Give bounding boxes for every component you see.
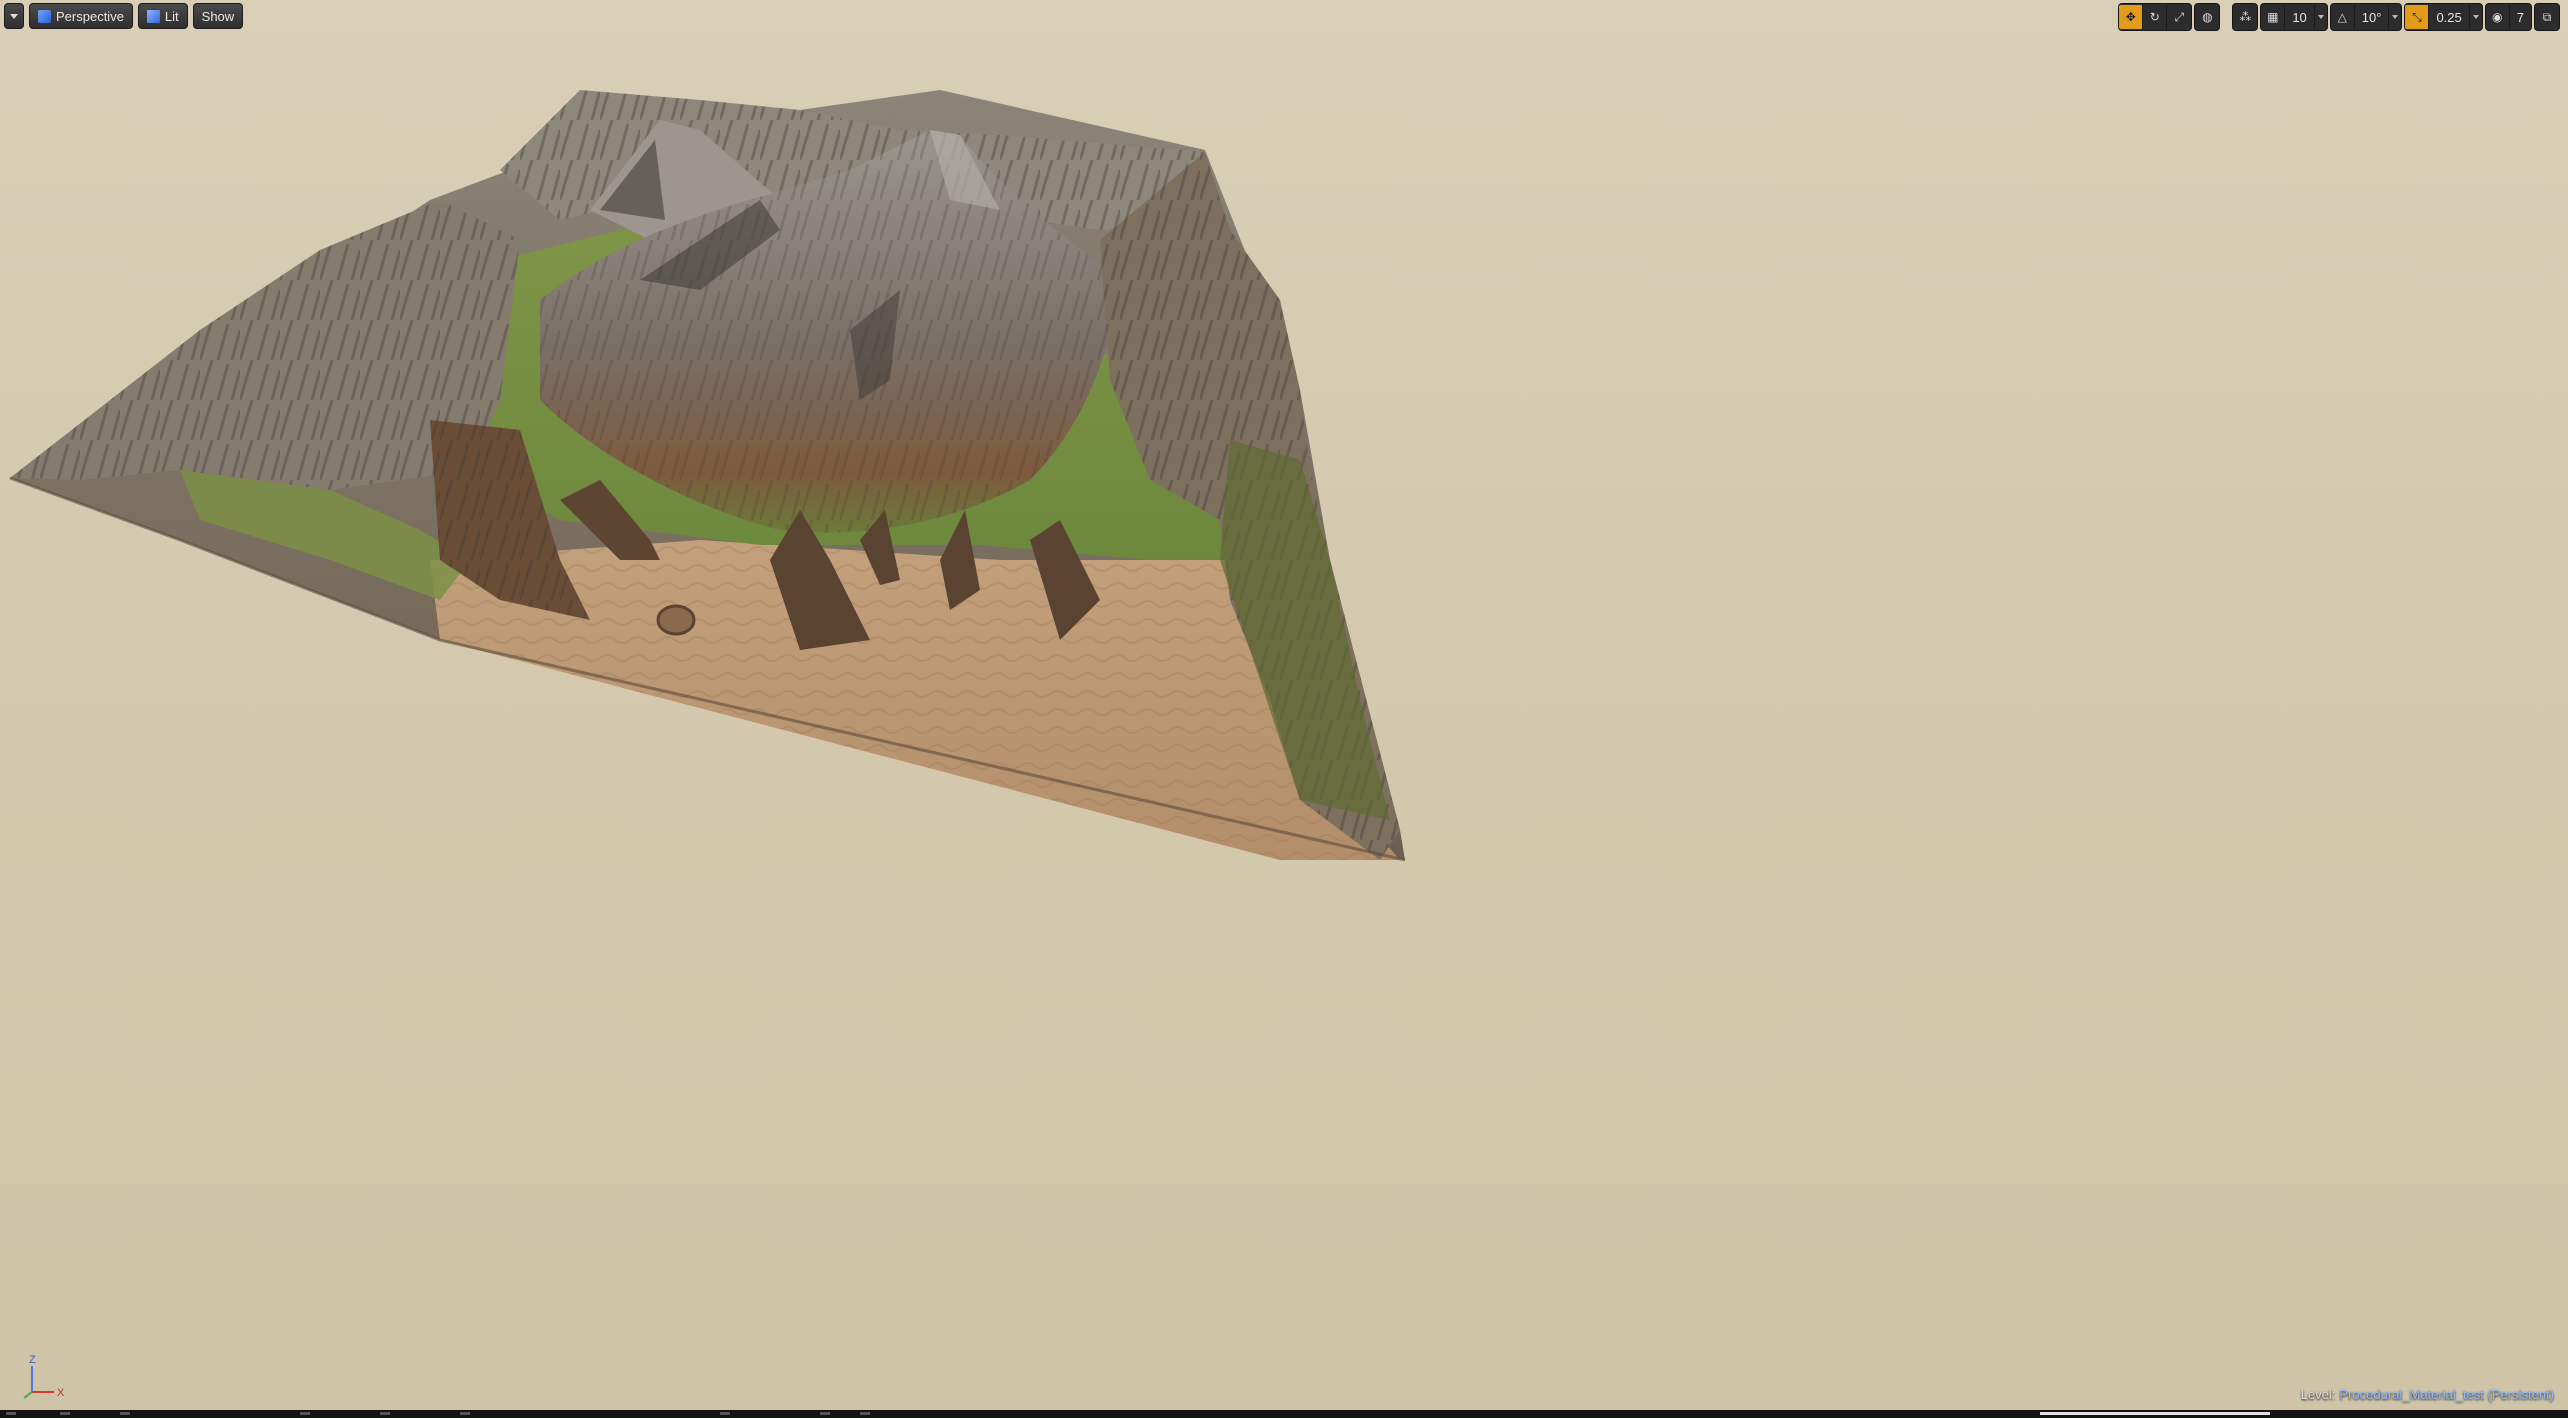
scale-snap-group: ⤡ 0.25	[2404, 3, 2483, 31]
show-label: Show	[201, 8, 235, 24]
level-label: Level:	[2300, 1387, 2336, 1402]
level-name: Procedural_Material_test (Persistent)	[2339, 1387, 2554, 1402]
view-mode-icon	[146, 9, 160, 23]
level-indicator: Level: Procedural_Material_test (Persiste…	[2301, 1387, 2554, 1402]
lit-label: Lit	[164, 8, 179, 24]
coordinate-system-group: ◍	[2194, 3, 2221, 31]
camera-speed-button[interactable]: ◉	[2486, 5, 2510, 29]
camera-speed-group: ◉ 7	[2484, 3, 2532, 31]
bottom-strip	[0, 1410, 2568, 1418]
chevron-down-icon	[2472, 15, 2479, 19]
translate-tool-button[interactable]: ✥	[2119, 5, 2144, 29]
scale-snap-toggle[interactable]: ⤡	[2405, 5, 2430, 29]
rotate-tool-button[interactable]: ↻	[2143, 5, 2168, 29]
viewport-toolbar-left: Perspective Lit Show	[4, 3, 244, 29]
scale-snap-icon: ⤡	[2412, 9, 2422, 24]
maximize-viewport-group: ⧉	[2534, 3, 2560, 31]
surface-snap-icon: ⁂	[2239, 10, 2252, 24]
landscape-terrain[interactable]	[0, 0, 2568, 1410]
perspective-label: Perspective	[56, 8, 124, 24]
surface-snap-button[interactable]: ⁂	[2233, 5, 2257, 29]
angle-icon: △	[2337, 10, 2347, 24]
rotation-snap-value[interactable]: 10°	[2355, 5, 2390, 29]
3d-viewport[interactable]: Perspective Lit Show ✥ ↻ ⤢ ◍ ⁂ ▦ 10 △ 10…	[0, 0, 2568, 1410]
rotation-snap-toggle[interactable]: △	[2331, 5, 2355, 29]
chevron-down-icon	[10, 13, 18, 19]
rotation-snap-group: △ 10°	[2329, 3, 2403, 31]
coordinate-system-button[interactable]: ◍	[2195, 5, 2219, 29]
scale-snap-value[interactable]: 0.25	[2429, 5, 2470, 29]
grid-snap-dropdown[interactable]	[2315, 5, 2327, 29]
x-axis-label: X	[57, 1387, 65, 1399]
maximize-viewport-button[interactable]: ⧉	[2535, 5, 2559, 29]
perspective-button[interactable]: Perspective	[29, 3, 133, 29]
viewport-options-button[interactable]	[4, 3, 24, 29]
grid-snap-toggle[interactable]: ▦	[2261, 5, 2286, 29]
camera-icon	[38, 9, 51, 23]
surface-snap-group: ⁂	[2232, 3, 2259, 31]
lit-button[interactable]: Lit	[137, 3, 188, 29]
rotation-snap-dropdown[interactable]	[2389, 5, 2401, 29]
transform-tools: ✥ ↻ ⤢	[2118, 3, 2193, 31]
viewport-toolbar-right: ✥ ↻ ⤢ ◍ ⁂ ▦ 10 △ 10° ⤡ 0.25 ◉ 7 ⧉	[2118, 3, 2560, 31]
show-button[interactable]: Show	[192, 3, 244, 29]
chevron-down-icon	[2317, 15, 2324, 19]
axis-gizmo: Z X	[23, 1354, 65, 1399]
camera-speed-value[interactable]: 7	[2510, 5, 2531, 29]
scale-snap-dropdown[interactable]	[2470, 5, 2482, 29]
move-icon: ✥	[2125, 10, 2136, 24]
scale-tool-button[interactable]: ⤢	[2167, 5, 2191, 29]
grid-icon: ▦	[2267, 10, 2279, 24]
camera-speed-icon: ◉	[2492, 10, 2503, 24]
scale-icon: ⤢	[2174, 9, 2185, 24]
chevron-down-icon	[2392, 15, 2399, 19]
y-axis-line	[23, 1391, 33, 1399]
grid-snap-value[interactable]: 10	[2285, 5, 2315, 29]
globe-icon: ◍	[2202, 10, 2213, 24]
rotate-icon: ↻	[2149, 10, 2160, 24]
maximize-icon: ⧉	[2542, 9, 2552, 24]
grid-snap-group: ▦ 10	[2260, 3, 2328, 31]
z-axis-label: Z	[29, 1354, 36, 1366]
